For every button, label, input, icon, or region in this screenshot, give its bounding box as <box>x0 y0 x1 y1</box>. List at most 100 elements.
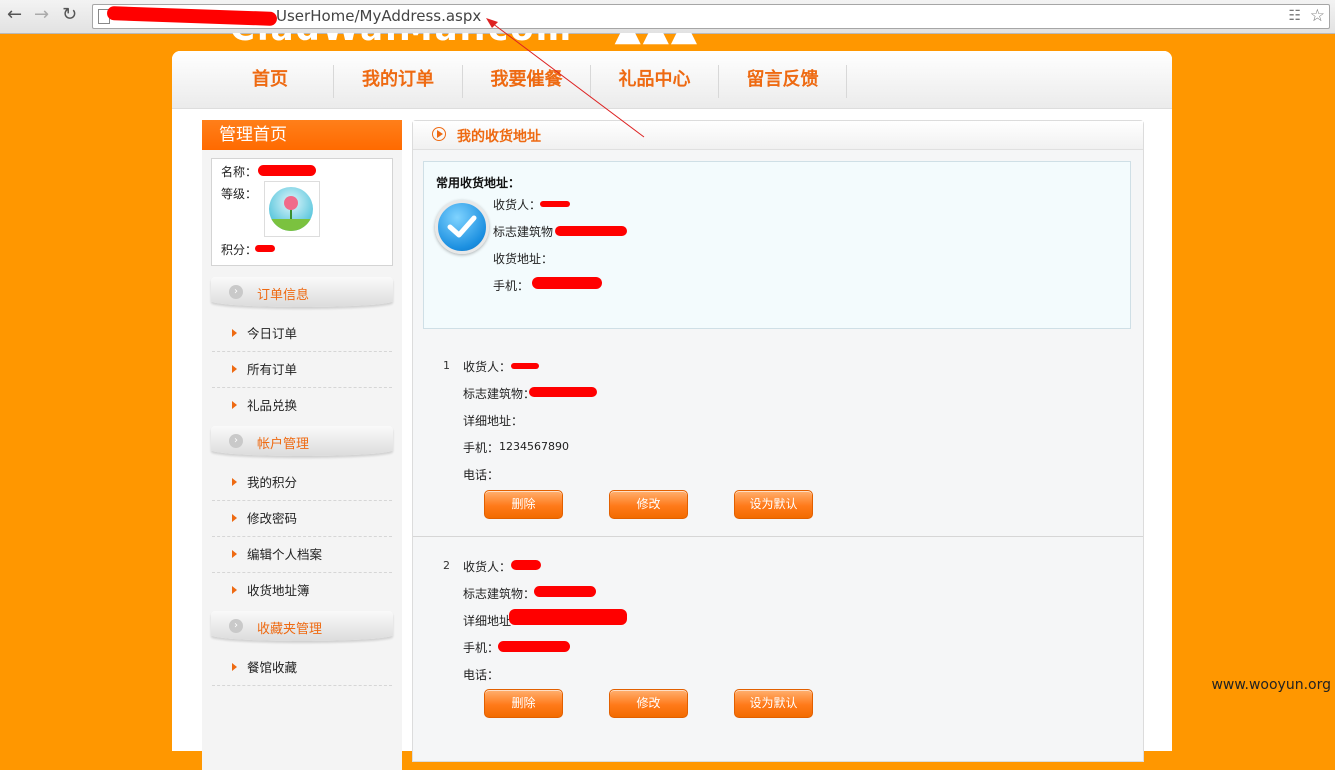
edit-button[interactable]: 修改 <box>609 490 688 519</box>
menu-label: 餐馆收藏 <box>247 660 298 675</box>
content-header: 我的收货地址 <box>413 121 1143 150</box>
section-title: 收藏夹管理 <box>257 622 323 637</box>
menu-restaurant-favorites[interactable]: 餐馆收藏 <box>212 650 392 686</box>
menu-label: 编辑个人档案 <box>247 547 323 562</box>
section-title: 订单信息 <box>257 288 310 303</box>
nav-gift-center[interactable]: 礼品中心 <box>591 65 719 98</box>
user-level-label: 等级： <box>221 187 258 201</box>
redaction-mark <box>498 641 570 652</box>
default-address-label: 收货地址： <box>493 252 554 266</box>
section-title: 帐户管理 <box>257 437 310 452</box>
user-info-card: 名称： 等级： 积分： <box>211 158 393 266</box>
bullet-icon <box>232 514 237 522</box>
browser-toolbar: ← → ↻ UserHome/MyAddress.aspx ☷ ☆ <box>0 0 1335 34</box>
menu-all-orders[interactable]: 所有订单 <box>212 352 392 388</box>
address-index: 1 <box>443 359 450 372</box>
menu-edit-profile[interactable]: 编辑个人档案 <box>212 537 392 573</box>
redaction-mark <box>106 6 278 26</box>
redaction-mark <box>540 201 570 207</box>
section-account[interactable]: › 帐户管理 <box>211 426 393 456</box>
default-landmark-label: 标志建筑物 <box>493 225 554 239</box>
bullet-icon <box>232 401 237 409</box>
bullet-icon <box>232 550 237 558</box>
chevron-right-icon: › <box>229 285 243 299</box>
address-bar[interactable]: UserHome/MyAddress.aspx ☷ ☆ <box>92 4 1330 29</box>
chevron-right-icon: › <box>229 619 243 633</box>
receiver-label: 收货人： <box>463 360 512 374</box>
avatar <box>264 181 320 237</box>
default-address-heading: 常用收货地址： <box>436 176 521 190</box>
sidebar: 名称： 等级： 积分： › 订单信息 今日订单 所有订单 礼品兑换 › 帐户管理… <box>202 150 402 770</box>
redaction-mark <box>258 165 316 176</box>
menu-label: 礼品兑换 <box>247 398 298 413</box>
nav-home[interactable]: 首页 <box>207 65 334 98</box>
bullet-icon <box>232 663 237 671</box>
play-circle-icon <box>432 127 446 141</box>
mobile-label: 手机： <box>463 641 500 655</box>
redaction-mark <box>509 609 627 625</box>
level-badge-icon <box>269 187 313 231</box>
address-entry: 2 收货人： 标志建筑物： 详细地址 手机： 电话： 删除 修改 设为默认 <box>413 537 1143 767</box>
set-default-button[interactable]: 设为默认 <box>734 689 813 718</box>
section-order-info[interactable]: › 订单信息 <box>211 277 393 307</box>
landmark-label: 标志建筑物： <box>463 587 536 601</box>
bullet-icon <box>232 365 237 373</box>
address-index: 2 <box>443 559 450 572</box>
address-content: 我的收货地址 常用收货地址： 收货人： 标志建筑物 收货地址： 手机： 1 收货… <box>412 120 1144 762</box>
checkmark-icon <box>435 200 489 254</box>
delete-button[interactable]: 删除 <box>484 689 563 718</box>
page-title: 我的收货地址 <box>457 129 541 145</box>
user-name-label: 名称： <box>221 165 258 179</box>
menu-today-orders[interactable]: 今日订单 <box>212 316 392 352</box>
default-receiver-label: 收货人： <box>493 198 542 212</box>
redaction-mark <box>534 586 596 597</box>
edit-button[interactable]: 修改 <box>609 689 688 718</box>
phone-label: 电话： <box>463 468 500 482</box>
forward-arrow-icon[interactable]: → <box>34 5 49 25</box>
menu-label: 我的积分 <box>247 475 298 490</box>
set-default-button[interactable]: 设为默认 <box>734 490 813 519</box>
menu-label: 今日订单 <box>247 326 298 341</box>
back-arrow-icon[interactable]: ← <box>7 5 22 25</box>
bullet-icon <box>232 329 237 337</box>
redaction-mark <box>529 387 597 397</box>
mobile-value: 1234567890 <box>499 440 569 453</box>
section-favorites[interactable]: › 收藏夹管理 <box>211 611 393 641</box>
landmark-label: 标志建筑物： <box>463 387 536 401</box>
bullet-icon <box>232 478 237 486</box>
menu-address-book[interactable]: 收货地址簿 <box>212 573 392 608</box>
bullet-icon <box>232 586 237 594</box>
receiver-label: 收货人： <box>463 560 512 574</box>
nav-urge-meal[interactable]: 我要催餐 <box>463 65 591 98</box>
redaction-mark <box>511 560 541 570</box>
redaction-mark <box>255 245 275 252</box>
bookmark-star-icon[interactable]: ☆ <box>1310 6 1325 26</box>
user-points-label: 积分： <box>221 243 258 257</box>
nav-feedback[interactable]: 留言反馈 <box>719 65 847 98</box>
main-frame: 首页 我的订单 我要催餐 礼品中心 留言反馈 管理首页 名称： 等级： 积分： … <box>172 51 1172 770</box>
menu-label: 收货地址簿 <box>247 583 310 598</box>
menu-my-points[interactable]: 我的积分 <box>212 465 392 501</box>
menu-label: 所有订单 <box>247 362 298 377</box>
redaction-mark <box>511 363 539 369</box>
detail-address-label: 详细地址 <box>463 614 512 628</box>
default-address-card: 常用收货地址： 收货人： 标志建筑物 收货地址： 手机： <box>423 161 1131 329</box>
menu-label: 修改密码 <box>247 511 298 526</box>
menu-change-password[interactable]: 修改密码 <box>212 501 392 537</box>
sidebar-title: 管理首页 <box>202 120 402 150</box>
default-mobile-label: 手机： <box>493 279 530 293</box>
reload-icon[interactable]: ↻ <box>62 5 77 25</box>
translate-icon[interactable]: ☷ <box>1288 8 1301 24</box>
top-navigation: 首页 我的订单 我要催餐 礼品中心 留言反馈 <box>172 51 1172 109</box>
menu-gift-exchange[interactable]: 礼品兑换 <box>212 388 392 423</box>
address-entry: 1 收货人： 标志建筑物： 详细地址： 手机： 1234567890 电话： 删… <box>413 336 1143 537</box>
phone-label: 电话： <box>463 668 500 682</box>
redaction-mark <box>555 226 627 236</box>
delete-button[interactable]: 删除 <box>484 490 563 519</box>
redaction-mark <box>532 277 602 289</box>
nav-my-orders[interactable]: 我的订单 <box>334 65 463 98</box>
detail-address-label: 详细地址： <box>463 414 524 428</box>
site-logo: CladWaiMai.com ▲▲▲ <box>230 33 850 47</box>
url-text: UserHome/MyAddress.aspx <box>276 7 482 25</box>
chevron-right-icon: › <box>229 434 243 448</box>
